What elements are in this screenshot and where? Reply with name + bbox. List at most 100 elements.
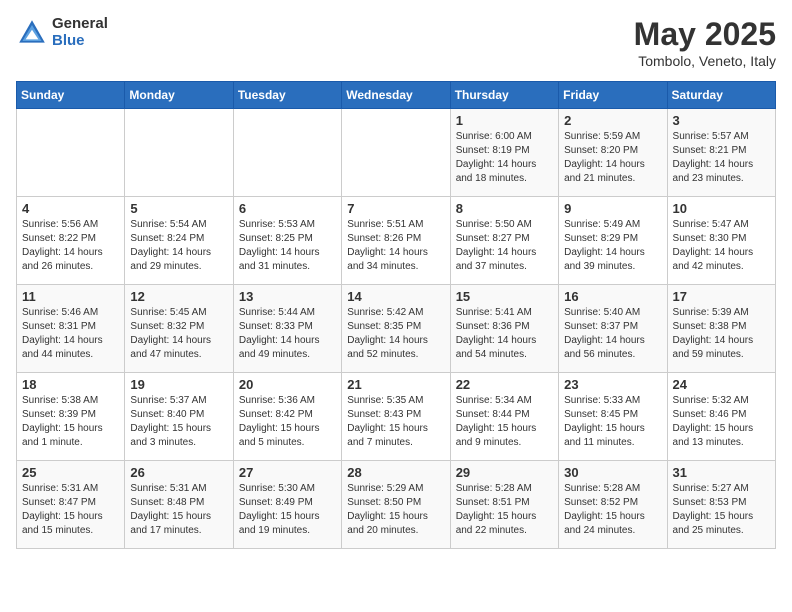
day-number: 19: [130, 377, 227, 392]
day-info: Sunrise: 5:42 AM Sunset: 8:35 PM Dayligh…: [347, 306, 444, 362]
page-header: General Blue May 2025 Tombolo, Veneto, I…: [16, 16, 776, 69]
day-number: 2: [564, 113, 661, 128]
day-number: 23: [564, 377, 661, 392]
day-info: Sunrise: 5:31 AM Sunset: 8:47 PM Dayligh…: [22, 482, 119, 538]
day-number: 10: [673, 201, 770, 216]
calendar-cell: 13Sunrise: 5:44 AM Sunset: 8:33 PM Dayli…: [233, 285, 341, 373]
day-number: 31: [673, 465, 770, 480]
day-info: Sunrise: 6:00 AM Sunset: 8:19 PM Dayligh…: [456, 130, 553, 186]
day-info: Sunrise: 5:28 AM Sunset: 8:51 PM Dayligh…: [456, 482, 553, 538]
day-number: 12: [130, 289, 227, 304]
day-info: Sunrise: 5:31 AM Sunset: 8:48 PM Dayligh…: [130, 482, 227, 538]
day-info: Sunrise: 5:44 AM Sunset: 8:33 PM Dayligh…: [239, 306, 336, 362]
calendar-table: SundayMondayTuesdayWednesdayThursdayFrid…: [16, 81, 776, 549]
calendar-cell: 14 Sunrise: 5:42 AM Sunset: 8:35 PM Dayli…: [342, 285, 450, 373]
day-number: 20: [239, 377, 336, 392]
calendar-cell: 2 Sunrise: 5:59 AM Sunset: 8:20 PM Daylig…: [559, 109, 667, 197]
day-info: Sunrise: 5:39 AM Sunset: 8:38 PM Dayligh…: [673, 306, 770, 362]
day-number: 29: [456, 465, 553, 480]
day-info: Sunrise: 5:46 AM Sunset: 8:31 PM Dayligh…: [22, 306, 119, 362]
logo: General Blue: [16, 16, 108, 49]
day-header: Monday: [125, 82, 233, 109]
day-number: 4: [22, 201, 119, 216]
day-info: Sunrise: 5:45 AM Sunset: 8:32 PM Dayligh…: [130, 306, 227, 362]
calendar-cell: [125, 109, 233, 197]
day-info: Sunrise: 5:59 AM Sunset: 8:20 PM Dayligh…: [564, 130, 661, 186]
calendar-cell: 22 Sunrise: 5:34 AM Sunset: 8:44 PM Dayli…: [450, 373, 558, 461]
day-header: Friday: [559, 82, 667, 109]
calendar-cell: 1 Sunrise: 6:00 AM Sunset: 8:19 PM Daylig…: [450, 109, 558, 197]
logo-blue: Blue: [52, 33, 108, 50]
calendar-cell: 17Sunrise: 5:39 AM Sunset: 8:38 PM Dayli…: [667, 285, 775, 373]
day-info: Sunrise: 5:32 AM Sunset: 8:46 PM Dayligh…: [673, 394, 770, 450]
day-number: 24: [673, 377, 770, 392]
title-block: May 2025 Tombolo, Veneto, Italy: [634, 16, 776, 69]
day-number: 25: [22, 465, 119, 480]
day-number: 22: [456, 377, 553, 392]
day-info: Sunrise: 5:37 AM Sunset: 8:40 PM Dayligh…: [130, 394, 227, 450]
calendar-cell: 5 Sunrise: 5:54 AM Sunset: 8:24 PM Daylig…: [125, 197, 233, 285]
calendar-cell: [233, 109, 341, 197]
logo-general: General: [52, 16, 108, 33]
day-info: Sunrise: 5:50 AM Sunset: 8:27 PM Dayligh…: [456, 218, 553, 274]
logo-text: General Blue: [52, 16, 108, 49]
calendar-cell: 11 Sunrise: 5:46 AM Sunset: 8:31 PM Dayli…: [17, 285, 125, 373]
day-info: Sunrise: 5:34 AM Sunset: 8:44 PM Dayligh…: [456, 394, 553, 450]
day-number: 3: [673, 113, 770, 128]
calendar-cell: 16 Sunrise: 5:40 AM Sunset: 8:37 PM Dayli…: [559, 285, 667, 373]
calendar-cell: 15 Sunrise: 5:41 AM Sunset: 8:36 PM Dayli…: [450, 285, 558, 373]
month-title: May 2025: [634, 16, 776, 53]
calendar-cell: 27Sunrise: 5:30 AM Sunset: 8:49 PM Dayli…: [233, 461, 341, 549]
calendar-cell: 21Sunrise: 5:35 AM Sunset: 8:43 PM Dayli…: [342, 373, 450, 461]
calendar-cell: [342, 109, 450, 197]
day-number: 8: [456, 201, 553, 216]
day-info: Sunrise: 5:49 AM Sunset: 8:29 PM Dayligh…: [564, 218, 661, 274]
day-info: Sunrise: 5:53 AM Sunset: 8:25 PM Dayligh…: [239, 218, 336, 274]
calendar-cell: 28 Sunrise: 5:29 AM Sunset: 8:50 PM Dayli…: [342, 461, 450, 549]
day-number: 5: [130, 201, 227, 216]
day-info: Sunrise: 5:41 AM Sunset: 8:36 PM Dayligh…: [456, 306, 553, 362]
calendar-cell: 23 Sunrise: 5:33 AM Sunset: 8:45 PM Dayli…: [559, 373, 667, 461]
calendar-cell: 7 Sunrise: 5:51 AM Sunset: 8:26 PM Daylig…: [342, 197, 450, 285]
day-info: Sunrise: 5:29 AM Sunset: 8:50 PM Dayligh…: [347, 482, 444, 538]
calendar-cell: 30Sunrise: 5:28 AM Sunset: 8:52 PM Dayli…: [559, 461, 667, 549]
calendar-cell: 8 Sunrise: 5:50 AM Sunset: 8:27 PM Daylig…: [450, 197, 558, 285]
calendar-cell: 6 Sunrise: 5:53 AM Sunset: 8:25 PM Daylig…: [233, 197, 341, 285]
day-number: 1: [456, 113, 553, 128]
day-info: Sunrise: 5:54 AM Sunset: 8:24 PM Dayligh…: [130, 218, 227, 274]
day-number: 28: [347, 465, 444, 480]
day-info: Sunrise: 5:56 AM Sunset: 8:22 PM Dayligh…: [22, 218, 119, 274]
day-number: 11: [22, 289, 119, 304]
day-number: 7: [347, 201, 444, 216]
day-info: Sunrise: 5:51 AM Sunset: 8:26 PM Dayligh…: [347, 218, 444, 274]
calendar-cell: 10 Sunrise: 5:47 AM Sunset: 8:30 PM Dayli…: [667, 197, 775, 285]
calendar-cell: 29 Sunrise: 5:28 AM Sunset: 8:51 PM Dayli…: [450, 461, 558, 549]
day-info: Sunrise: 5:33 AM Sunset: 8:45 PM Dayligh…: [564, 394, 661, 450]
calendar-cell: 12 Sunrise: 5:45 AM Sunset: 8:32 PM Dayli…: [125, 285, 233, 373]
day-number: 16: [564, 289, 661, 304]
day-info: Sunrise: 5:27 AM Sunset: 8:53 PM Dayligh…: [673, 482, 770, 538]
day-number: 18: [22, 377, 119, 392]
day-info: Sunrise: 5:47 AM Sunset: 8:30 PM Dayligh…: [673, 218, 770, 274]
day-number: 15: [456, 289, 553, 304]
logo-icon: [16, 17, 48, 49]
day-number: 26: [130, 465, 227, 480]
day-info: Sunrise: 5:35 AM Sunset: 8:43 PM Dayligh…: [347, 394, 444, 450]
calendar-week-row: 11 Sunrise: 5:46 AM Sunset: 8:31 PM Dayli…: [17, 285, 776, 373]
day-header: Thursday: [450, 82, 558, 109]
calendar-cell: 25 Sunrise: 5:31 AM Sunset: 8:47 PM Dayli…: [17, 461, 125, 549]
day-info: Sunrise: 5:36 AM Sunset: 8:42 PM Dayligh…: [239, 394, 336, 450]
day-info: Sunrise: 5:57 AM Sunset: 8:21 PM Dayligh…: [673, 130, 770, 186]
day-info: Sunrise: 5:30 AM Sunset: 8:49 PM Dayligh…: [239, 482, 336, 538]
calendar-cell: 3 Sunrise: 5:57 AM Sunset: 8:21 PM Daylig…: [667, 109, 775, 197]
day-header-row: SundayMondayTuesdayWednesdayThursdayFrid…: [17, 82, 776, 109]
day-info: Sunrise: 5:28 AM Sunset: 8:52 PM Dayligh…: [564, 482, 661, 538]
day-info: Sunrise: 5:40 AM Sunset: 8:37 PM Dayligh…: [564, 306, 661, 362]
day-number: 9: [564, 201, 661, 216]
calendar-cell: 9 Sunrise: 5:49 AM Sunset: 8:29 PM Daylig…: [559, 197, 667, 285]
calendar-week-row: 25 Sunrise: 5:31 AM Sunset: 8:47 PM Dayli…: [17, 461, 776, 549]
day-header: Tuesday: [233, 82, 341, 109]
calendar-cell: 19 Sunrise: 5:37 AM Sunset: 8:40 PM Dayli…: [125, 373, 233, 461]
day-number: 14: [347, 289, 444, 304]
day-number: 6: [239, 201, 336, 216]
